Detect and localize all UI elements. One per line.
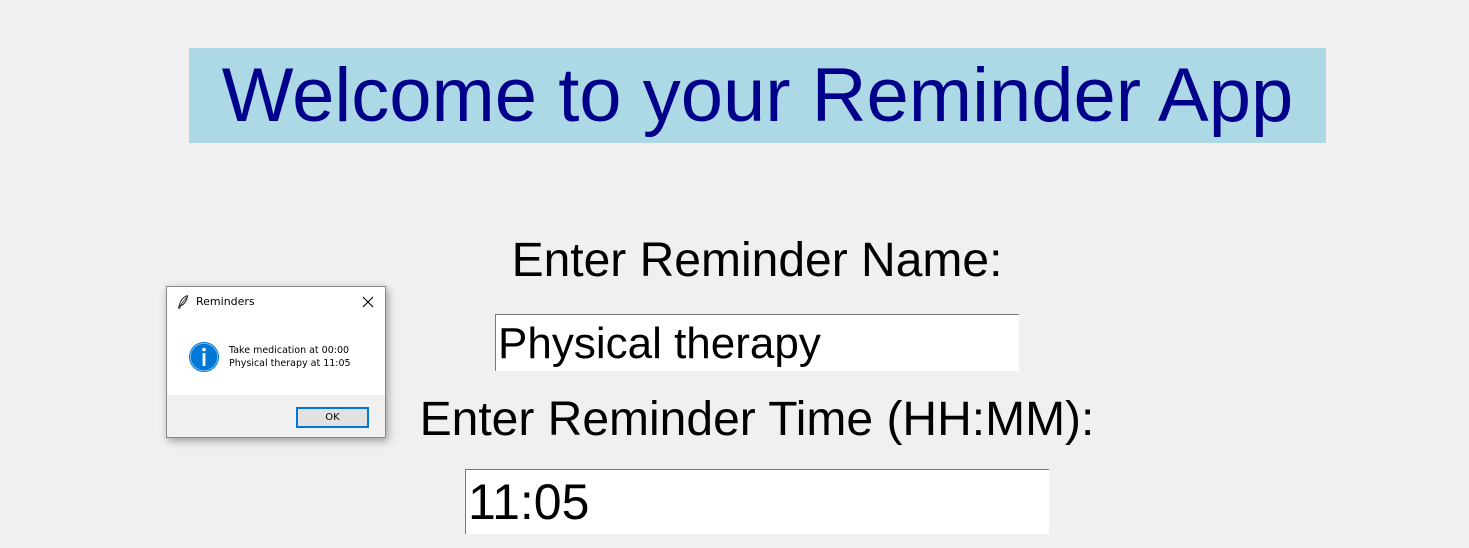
message-box-body: Take medication at 00:00 Physical therap…: [167, 317, 385, 395]
feather-icon: [177, 295, 189, 309]
message-box-footer: OK: [167, 395, 385, 437]
message-line: Take medication at 00:00: [229, 345, 350, 356]
app-title: Welcome to your Reminder App: [189, 48, 1326, 143]
message-box-titlebar[interactable]: Reminders: [167, 287, 385, 317]
ok-button[interactable]: OK: [296, 407, 369, 428]
close-button[interactable]: [351, 287, 385, 317]
message-line: Physical therapy at 11:05: [229, 358, 351, 369]
reminder-name-input[interactable]: [495, 314, 1019, 371]
close-icon: [362, 296, 374, 308]
info-icon: [188, 341, 220, 373]
message-box-title: Reminders: [196, 295, 255, 308]
reminders-message-box: Reminders Take medication at 00:00 Physi…: [166, 286, 386, 438]
reminder-name-label: Enter Reminder Name:: [511, 234, 1003, 287]
reminder-time-input[interactable]: [465, 469, 1049, 534]
